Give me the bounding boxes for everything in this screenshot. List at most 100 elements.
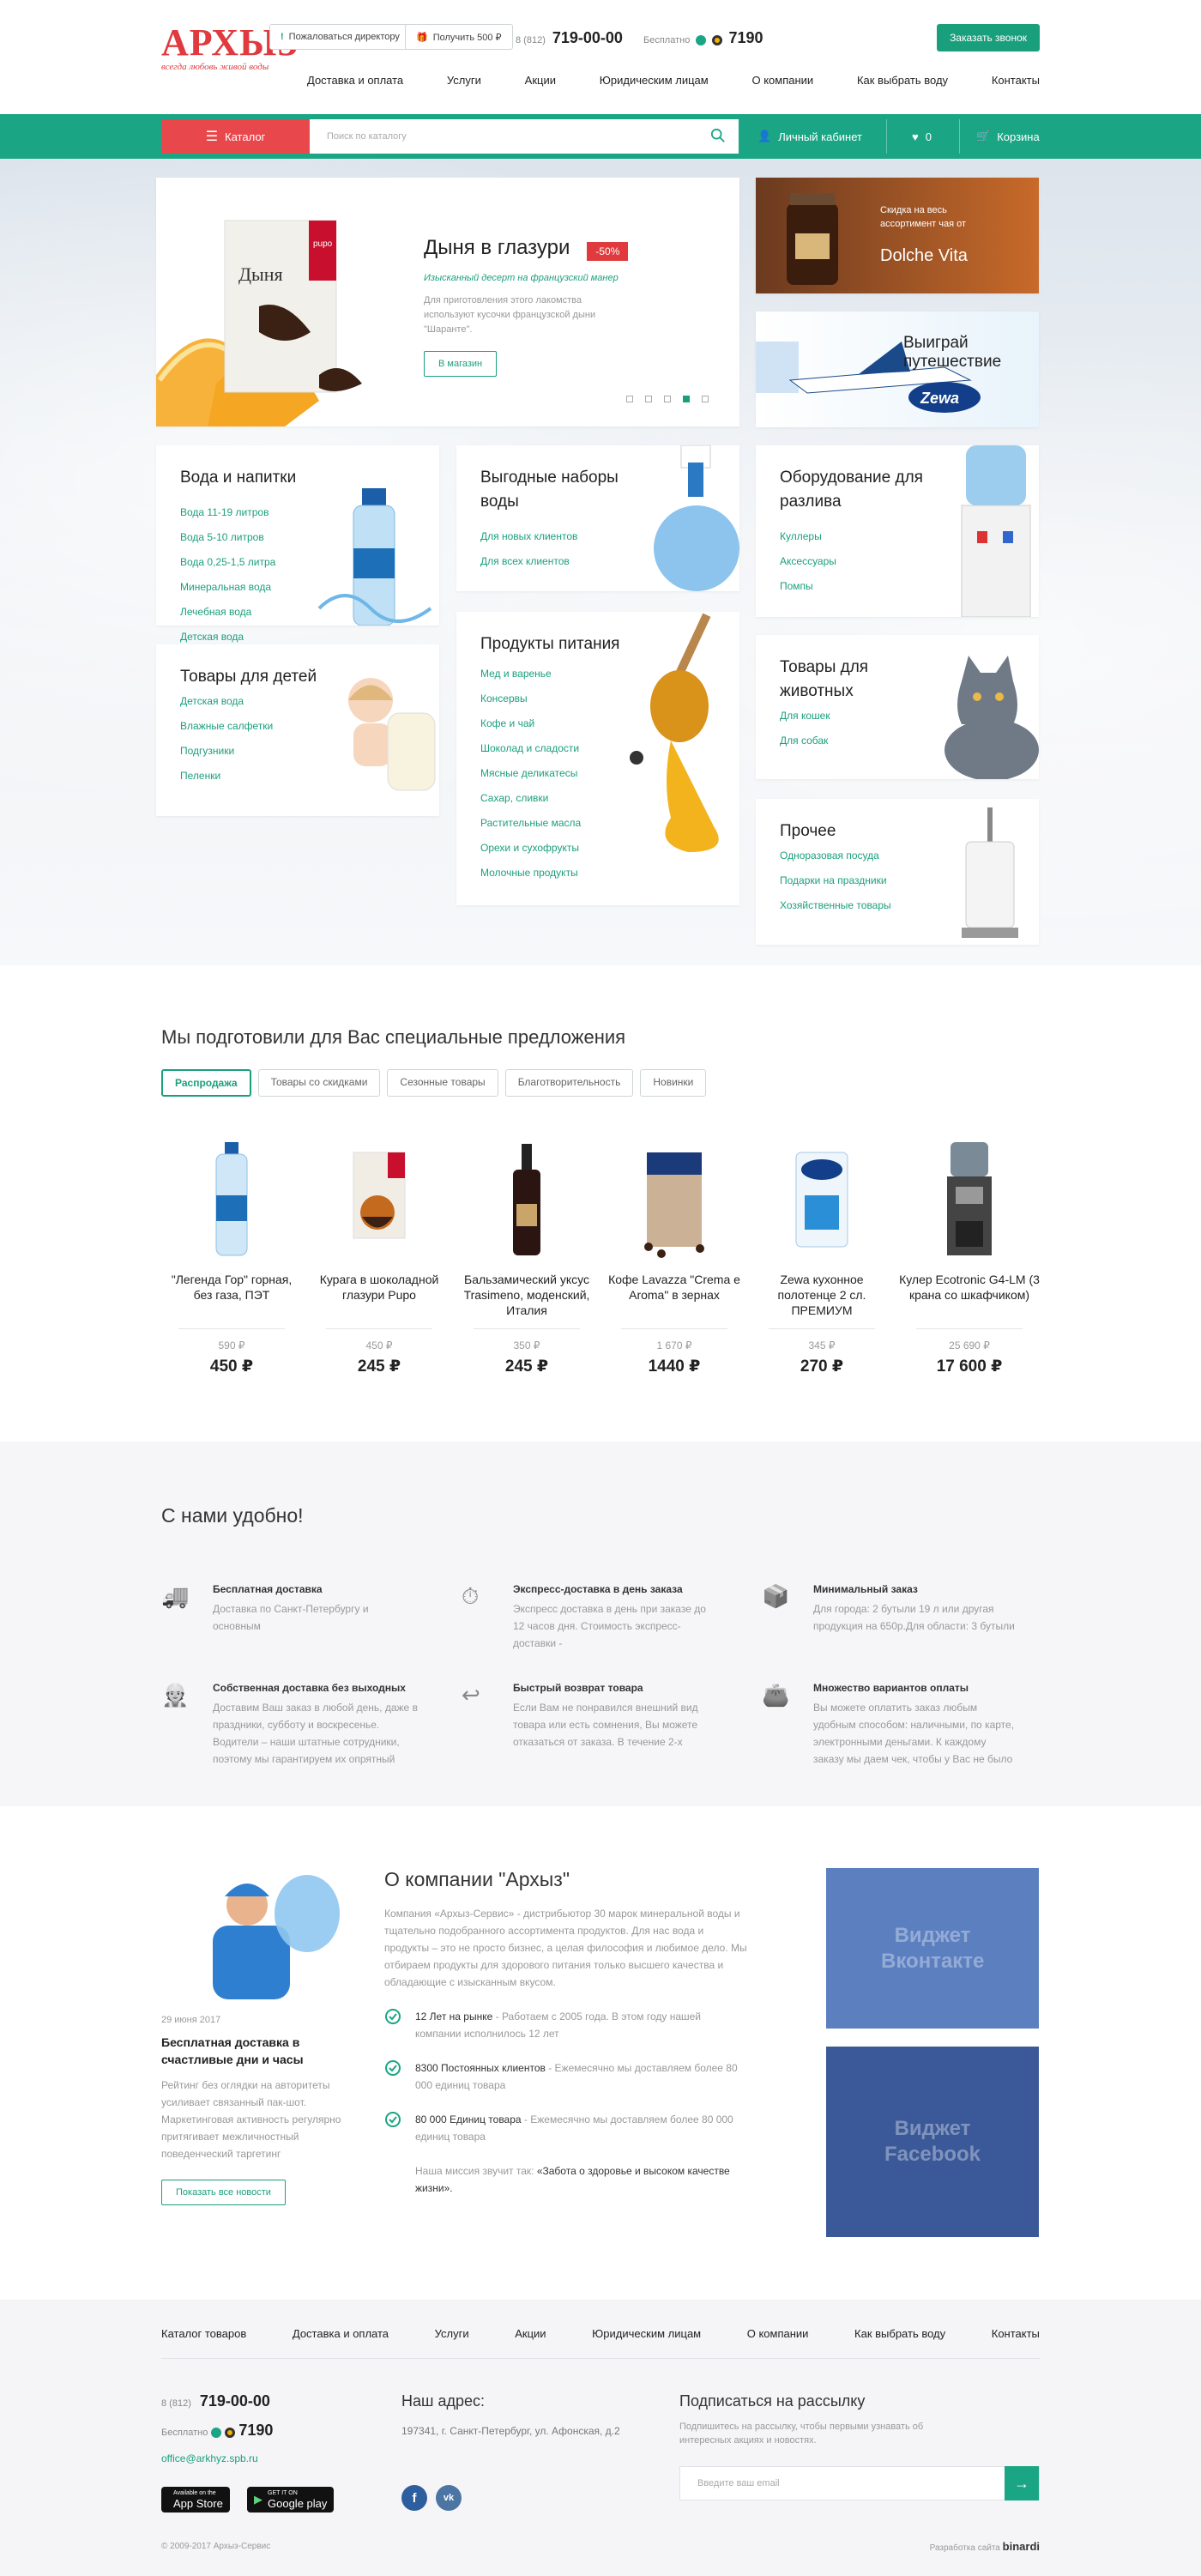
footer-nav-link[interactable]: Как выбрать воду <box>854 2327 945 2340</box>
subscribe-description: Подпишитесь на рассылку, чтобы первыми у… <box>679 2422 924 2446</box>
footer-email[interactable]: office@arkhyz.spb.ru <box>161 2452 258 2464</box>
address-text: 197341, г. Санкт-Петербург, ул. Афонская… <box>401 2425 620 2437</box>
offers-title: Мы подготовили для Вас специальные предл… <box>161 1026 626 1048</box>
google-play-badge[interactable]: ▶ GET IT ON Google play <box>247 2487 335 2513</box>
product-image[interactable] <box>309 1133 450 1261</box>
courier-icon: 👷 <box>161 1682 190 1708</box>
divider <box>326 1328 432 1329</box>
feature-title: Быстрый возврат товара <box>513 1682 643 1694</box>
about-title: О компании "Архыз" <box>384 1868 570 1890</box>
product-price: 270 ₽ <box>800 1358 844 1376</box>
product-name[interactable]: Курага в шоколадной глазури Pupo <box>309 1272 450 1318</box>
play-icon: ▶ <box>254 2493 263 2506</box>
check-circle-icon <box>384 2008 415 2042</box>
facebook-widget[interactable]: Виджет Facebook <box>826 2047 1039 2237</box>
footer-nav-link[interactable]: Каталог товаров <box>161 2327 246 2340</box>
feature-description: Экспресс доставка в день при заказе до 1… <box>513 1603 706 1649</box>
feature-description: Доставка по Санкт-Петербургу и основным <box>213 1603 369 1632</box>
product-name[interactable]: "Легенда Гор" горная, без газа, ПЭТ <box>161 1272 302 1318</box>
footer-nav-link[interactable]: Услуги <box>435 2327 469 2340</box>
product-old-price: 1 670 ₽ <box>656 1339 692 1351</box>
footer-phone[interactable]: 8 (812) 719-00-00 <box>161 2392 270 2410</box>
product-card[interactable]: "Легенда Гор" горная, без газа, ПЭТ 590 ₽… <box>161 1133 302 1376</box>
product-old-price: 345 ₽ <box>808 1339 836 1351</box>
offers-tab[interactable]: Благотворительность <box>504 1069 634 1097</box>
divider <box>769 1328 875 1329</box>
all-news-button[interactable]: Показать все новости <box>161 2180 286 2205</box>
footer-nav-link[interactable]: Доставка и оплата <box>293 2327 389 2340</box>
fact-title: 80 000 Единиц товара <box>415 2113 522 2126</box>
product-image[interactable] <box>604 1133 745 1261</box>
product-card[interactable]: Кулер Ecotronic G4-LM (3 крана со шкафчи… <box>899 1133 1040 1376</box>
offers-tab[interactable]: Распродажа <box>161 1069 251 1097</box>
offers-tab[interactable]: Сезонные товары <box>387 1069 498 1097</box>
product-old-price: 590 ₽ <box>218 1339 245 1351</box>
footer-free-phone[interactable]: Бесплатно 7190 <box>161 2422 273 2440</box>
feature-description: Доставим Ваш заказ в любой день, даже в … <box>213 1702 418 1765</box>
product-name[interactable]: Zewa кухонное полотенце 2 сл. ПРЕМИУМ <box>751 1272 892 1318</box>
fact-title: 8300 Постоянных клиентов <box>415 2062 546 2074</box>
copyright: © 2009-2017 Архыз-Сервис <box>161 2542 271 2551</box>
divider <box>178 1328 285 1329</box>
box-icon: 📦 <box>762 1583 790 1609</box>
news-title[interactable]: Бесплатная доставка в счастливые дни и ч… <box>161 2034 341 2068</box>
product-card[interactable]: Курага в шоколадной глазури Pupo 450 ₽ 245… <box>309 1133 450 1376</box>
about-section: 29 июня 2017 Бесплатная доставка в счаст… <box>0 1806 1201 2300</box>
product-price: 245 ₽ <box>504 1358 549 1376</box>
fact-text: 12 Лет на рынке - Работаем с 2005 года. … <box>415 2008 749 2042</box>
offers-tabs: Распродажа Товары со скидками Сезонные тов… <box>161 1069 707 1097</box>
facebook-icon[interactable]: f <box>401 2485 427 2511</box>
vk-widget[interactable]: Виджет Вконтакте <box>826 1868 1039 2029</box>
product-image[interactable] <box>161 1133 302 1261</box>
product-name[interactable]: Бальзамический уксус Trasimeno, моденски… <box>456 1272 597 1318</box>
feature-title: Собственная доставка без выходных <box>213 1682 406 1694</box>
product-image[interactable] <box>899 1133 1040 1261</box>
product-old-price: 450 ₽ <box>365 1339 393 1351</box>
product-card[interactable]: Кофе Lavazza "Crema e Aroma" в зернах 1 6… <box>604 1133 745 1376</box>
offers-tab[interactable]: Товары со скидками <box>257 1069 381 1097</box>
product-card[interactable]: Бальзамический уксус Trasimeno, моденски… <box>456 1133 597 1376</box>
offers-tab[interactable]: Новинки <box>640 1069 707 1097</box>
product-list: "Легенда Гор" горная, без газа, ПЭТ 590 ₽… <box>161 1133 1040 1376</box>
fact-item: 8300 Постоянных клиентов - Ежемесячно мы… <box>384 2059 749 2094</box>
feature-description: Вы можете оплатить заказ любым удобным с… <box>813 1702 1015 1765</box>
footer-nav-link[interactable]: О компании <box>747 2327 809 2340</box>
vk-icon[interactable]: vk <box>436 2485 462 2511</box>
clock-truck-icon: ⏱ <box>462 1583 480 1609</box>
feature-item: 🚚 Бесплатная доставка Доставка по Санкт-Пе… <box>161 1583 419 1669</box>
product-card[interactable]: Zewa кухонное полотенце 2 сл. ПРЕМИУМ 345… <box>751 1133 892 1376</box>
feature-description: Для города: 2 бутыли 19 л или другая про… <box>813 1603 1015 1632</box>
subscribe-email-input[interactable]: Введите ваш email <box>679 2466 1040 2500</box>
about-description: Компания «Архыз-Сервис» - дистрибьютор 3… <box>384 1908 747 1988</box>
site-footer: Каталог товаров Доставка и оплата Услуги Ак… <box>0 2300 1201 2576</box>
mission-text: Наша миссия звучит так: «Забота о здоров… <box>415 2165 730 2194</box>
product-price: 17 600 ₽ <box>936 1358 1003 1376</box>
app-store-badge[interactable]: Available on the App Store <box>161 2487 230 2513</box>
feature-title: Множество вариантов оплаты <box>813 1682 969 1694</box>
convenience-title: С нами удобно! <box>161 1504 304 1527</box>
product-price: 245 ₽ <box>357 1358 401 1376</box>
footer-nav-link[interactable]: Юридическим лицам <box>592 2327 701 2340</box>
product-image[interactable] <box>751 1133 892 1261</box>
check-circle-icon <box>384 2059 415 2094</box>
product-name[interactable]: Кулер Ecotronic G4-LM (3 крана со шкафчи… <box>899 1272 1040 1318</box>
news-date: 29 июня 2017 <box>161 2015 221 2025</box>
developer-credit[interactable]: Разработка сайта binardi <box>930 2540 1040 2553</box>
feature-description: Если Вам не понравился внешний вид товар… <box>513 1702 698 1748</box>
product-price: 450 ₽ <box>209 1358 254 1376</box>
footer-nav-link[interactable]: Контакты <box>992 2327 1040 2340</box>
feature-item: 👷 Собственная доставка без выходных Достав… <box>161 1682 419 1768</box>
divider <box>916 1328 1023 1329</box>
operator-icon-beeline <box>225 2428 236 2439</box>
check-circle-icon <box>384 2111 415 2145</box>
return-icon: ↩ <box>462 1682 480 1708</box>
arrow-right-icon: → <box>1014 2474 1029 2492</box>
product-image[interactable] <box>456 1133 597 1261</box>
product-name[interactable]: Кофе Lavazza "Crema e Aroma" в зернах <box>604 1272 745 1318</box>
footer-nav-link[interactable]: Акции <box>515 2327 546 2340</box>
divider <box>161 2358 1040 2359</box>
footer-nav: Каталог товаров Доставка и оплата Услуги Ак… <box>161 2327 1040 2340</box>
address-title: Наш адрес: <box>401 2392 485 2410</box>
subscribe-button[interactable]: → <box>1005 2466 1039 2500</box>
feature-title: Бесплатная доставка <box>213 1583 323 1595</box>
